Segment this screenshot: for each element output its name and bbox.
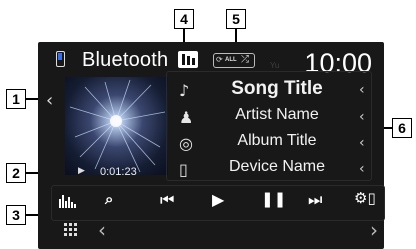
chevron-left-icon[interactable]: ‹ [46, 90, 53, 111]
repeat-shuffle-indicator: ⟳ ALL ⤮ [213, 53, 255, 68]
chevron-right-icon[interactable]: › [370, 218, 378, 242]
menu-grid-icon[interactable] [64, 223, 78, 237]
source-icon[interactable] [56, 51, 65, 67]
control-bar-bracket [51, 185, 385, 221]
play-time: 0:01:23 [100, 166, 137, 178]
album-art [65, 77, 168, 175]
callout-3: 3 [6, 205, 26, 225]
repeat-mode-label: ALL [225, 57, 237, 63]
play-state-icon: ▶ [78, 166, 85, 176]
callout-4: 4 [174, 9, 194, 29]
callout-6: 6 [392, 118, 412, 138]
source-title: Bluetooth [82, 49, 169, 71]
track-info-bracket [166, 71, 372, 181]
callout-5: 5 [226, 9, 246, 29]
faint-status-text: Yu [270, 61, 280, 70]
chevron-left-icon[interactable]: ‹ [98, 218, 106, 242]
repeat-all-icon[interactable]: ⟳ [216, 55, 223, 64]
shuffle-icon[interactable]: ⤮ [241, 54, 249, 65]
callout-2: 2 [6, 163, 26, 183]
callout-1: 1 [6, 89, 26, 109]
bluetooth-signal-icon [178, 51, 198, 68]
